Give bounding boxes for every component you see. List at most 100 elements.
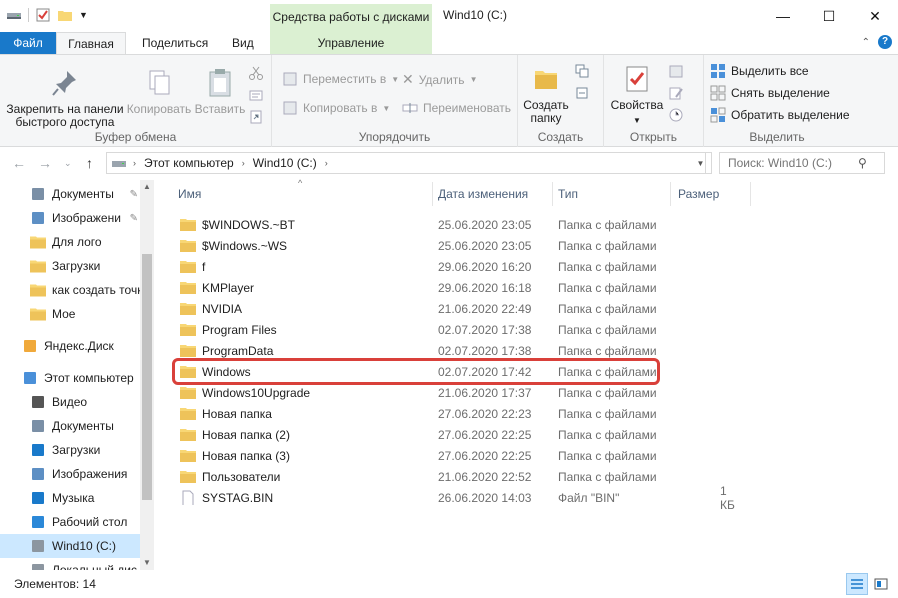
new-folder-icon[interactable] — [57, 7, 73, 23]
nav-item[interactable]: Яндекс.Диск — [0, 334, 142, 358]
nav-scrollbar[interactable]: ▲ ▼ — [140, 180, 154, 570]
properties-icon[interactable] — [35, 7, 51, 23]
minimize-button[interactable]: — — [760, 0, 806, 32]
nav-item[interactable]: Рабочий стол — [0, 510, 142, 534]
file-row[interactable]: SYSTAG.BIN 26.06.2020 14:03 Файл "BIN" 1 КБ — [170, 484, 735, 512]
file-row[interactable]: f 29.06.2020 16:20 Папка с файлами — [170, 256, 660, 277]
tiles-view-button[interactable] — [870, 573, 892, 595]
file-row[interactable]: ProgramData 02.07.2020 17:38 Папка с файла… — [170, 340, 660, 361]
nav-item-label: Документы — [52, 187, 114, 201]
paste-button[interactable]: Вставить — [192, 67, 248, 116]
nav-item[interactable]: Этот компьютер — [0, 366, 142, 390]
nav-scroll-thumb[interactable] — [142, 254, 152, 500]
yandex-disk-icon — [24, 340, 36, 352]
file-row[interactable]: Пользователи 21.06.2020 22:52 Папка с файл… — [170, 466, 660, 487]
breadcrumb-chevron-icon[interactable]: › — [242, 158, 245, 168]
nav-item[interactable]: Мое — [0, 302, 142, 326]
scroll-up-icon[interactable]: ▲ — [140, 180, 154, 194]
copy-to-label: Копировать в — [303, 101, 378, 115]
open-icon[interactable] — [668, 63, 684, 79]
desktop-icon — [32, 516, 44, 528]
chevron-down-icon: ▼ — [391, 74, 400, 84]
nav-item[interactable]: Документы — [0, 414, 142, 438]
select-all-button[interactable]: Выделить все — [710, 63, 809, 79]
file-row[interactable]: Новая папка (2) 27.06.2020 22:25 Папка с ф… — [170, 424, 660, 445]
tab-file[interactable]: Файл — [0, 32, 56, 54]
new-item-icon[interactable] — [574, 63, 590, 79]
file-name: $Windows.~WS — [202, 238, 288, 253]
easy-access-icon[interactable] — [574, 85, 590, 101]
column-date[interactable]: Дата изменения — [438, 180, 528, 208]
chevron-down-icon: ▼ — [696, 158, 705, 168]
move-to-button[interactable]: Переместить в ▼ — [282, 71, 399, 87]
copy-path-icon[interactable] — [248, 87, 264, 103]
nav-item[interactable]: Изображения — [0, 462, 142, 486]
nav-item[interactable]: Локальный дис — [0, 558, 142, 570]
edit-icon[interactable] — [668, 85, 684, 101]
breadcrumb-chevron-icon[interactable]: › — [133, 158, 136, 168]
qat-dropdown-icon[interactable]: ▼ — [79, 10, 88, 20]
file-row[interactable]: Новая папка 27.06.2020 22:23 Папка с файла… — [170, 403, 660, 424]
column-name[interactable]: Имя — [178, 180, 201, 208]
search-box[interactable]: ⚲ — [719, 152, 885, 174]
file-row[interactable]: Windows10Upgrade 21.06.2020 17:37 Папка с … — [170, 382, 660, 403]
close-button[interactable]: ✕ — [852, 0, 898, 32]
pin-label: Закрепить на панели быстрого доступа — [6, 102, 124, 129]
up-arrow-icon[interactable]: ↑ — [86, 155, 93, 171]
pin-quick-access-button[interactable]: Закрепить на панели быстрого доступа — [4, 67, 126, 129]
file-row[interactable]: $Windows.~WS 25.06.2020 23:05 Папка с файл… — [170, 235, 660, 256]
column-size[interactable]: Размер — [678, 180, 719, 208]
nav-item[interactable]: Изображени ✎ — [0, 206, 142, 230]
breadcrumb-drive[interactable]: Wind10 (C:) — [253, 156, 317, 170]
tab-home[interactable]: Главная — [56, 32, 126, 54]
file-row[interactable]: NVIDIA 21.06.2020 22:49 Папка с файлами — [170, 298, 660, 319]
scroll-down-icon[interactable]: ▼ — [140, 556, 154, 570]
breadcrumb-chevron-icon[interactable]: › — [325, 158, 328, 168]
recent-chevron-icon[interactable]: ⌄ — [64, 158, 72, 169]
details-view-button[interactable] — [846, 573, 868, 595]
rename-button[interactable]: Переименовать — [402, 100, 511, 116]
file-name-cell: SYSTAG.BIN — [180, 490, 273, 505]
nav-item[interactable]: как создать точк — [0, 278, 142, 302]
file-date: 21.06.2020 22:52 — [438, 469, 532, 484]
copy-to-button[interactable]: Копировать в ▼ — [282, 100, 390, 116]
cut-icon[interactable] — [248, 65, 264, 81]
new-folder-button[interactable]: Создать папку — [522, 63, 570, 125]
address-dropdown[interactable]: ▼ — [690, 152, 712, 174]
file-name: Windows10Upgrade — [202, 385, 311, 400]
downloads-icon — [32, 444, 44, 456]
paste-shortcut-icon[interactable] — [248, 109, 264, 125]
chevron-up-icon[interactable]: ⌃ — [862, 37, 870, 48]
invert-selection-button[interactable]: Обратить выделение — [710, 107, 850, 123]
nav-item[interactable]: Загрузки — [0, 254, 142, 278]
tab-view[interactable]: Вид — [220, 32, 266, 54]
nav-item[interactable]: Музыка — [0, 486, 142, 510]
file-date: 27.06.2020 22:25 — [438, 427, 532, 442]
address-bar[interactable]: › Этот компьютер › Wind10 (C:) › — [106, 152, 706, 174]
properties-button[interactable]: Свойства ▼ — [608, 63, 666, 127]
maximize-button[interactable]: ☐ — [806, 0, 852, 32]
select-none-button[interactable]: Снять выделение — [710, 85, 830, 101]
file-row[interactable]: Program Files 02.07.2020 17:38 Папка с фай… — [170, 319, 660, 340]
breadcrumb-this-pc[interactable]: Этот компьютер — [144, 156, 234, 170]
history-icon[interactable] — [668, 107, 684, 123]
file-row[interactable]: $WINDOWS.~BT 25.06.2020 23:05 Папка с файл… — [170, 214, 660, 235]
search-input[interactable] — [728, 156, 858, 170]
file-name: Program Files — [202, 322, 277, 337]
file-row[interactable]: Новая папка (3) 27.06.2020 22:25 Папка с ф… — [170, 445, 660, 466]
nav-item[interactable]: Для лого — [0, 230, 142, 254]
copy-button[interactable]: Копировать — [126, 67, 192, 116]
nav-item[interactable]: Видео — [0, 390, 142, 414]
tab-share[interactable]: Поделиться — [130, 32, 220, 54]
nav-item[interactable]: Wind10 (C:) — [0, 534, 142, 558]
forward-arrow-icon[interactable]: → — [38, 155, 52, 171]
back-arrow-icon[interactable]: ← — [12, 155, 26, 171]
drive-icon[interactable] — [6, 7, 22, 23]
file-row[interactable]: Windows 02.07.2020 17:42 Папка с файлами — [170, 361, 660, 382]
delete-button[interactable]: ✕ Удалить ▼ — [402, 71, 477, 88]
help-icon[interactable]: ? — [878, 35, 892, 49]
column-type[interactable]: Тип — [558, 180, 578, 208]
file-row[interactable]: KMPlayer 29.06.2020 16:18 Папка с файлами — [170, 277, 660, 298]
nav-item[interactable]: Загрузки — [0, 438, 142, 462]
nav-item[interactable]: Документы ✎ — [0, 182, 142, 206]
